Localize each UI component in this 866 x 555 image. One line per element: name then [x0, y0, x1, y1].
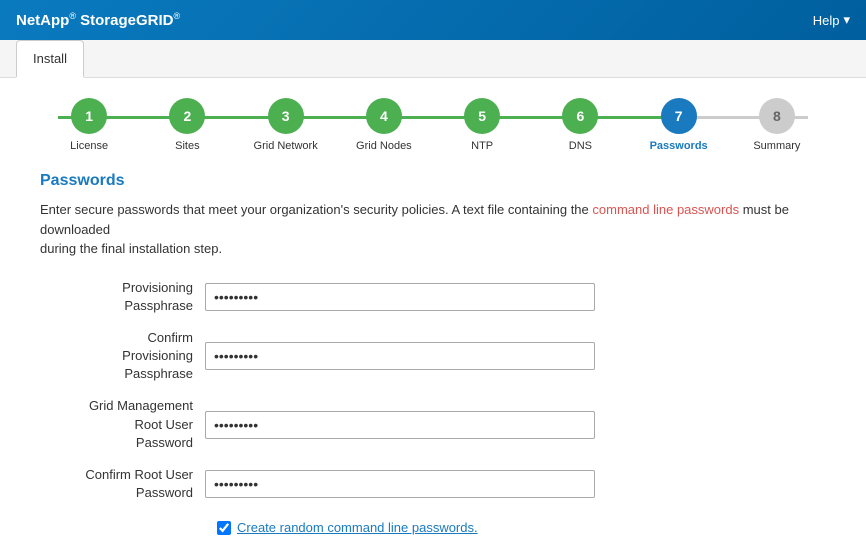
confirm-root-label: Confirm Root UserPassword — [40, 466, 205, 516]
step-circle-6: 6 — [562, 98, 598, 134]
step-circle-7: 7 — [661, 98, 697, 134]
provisioning-passphrase-cell — [205, 279, 740, 329]
wizard-steps-container: 1 License 2 Sites 3 Grid Network 4 Grid … — [0, 78, 866, 162]
logo-text: NetApp — [16, 12, 69, 29]
confirm-provisioning-row: ConfirmProvisioningPassphrase — [40, 329, 740, 398]
help-button[interactable]: Help ▾ — [813, 12, 850, 28]
step-4[interactable]: 4 Grid Nodes — [335, 98, 433, 152]
grid-management-row: Grid ManagementRoot UserPassword — [40, 397, 740, 466]
command-line-passwords-link[interactable]: command line passwords — [592, 202, 739, 217]
step-circle-3: 3 — [268, 98, 304, 134]
step-3[interactable]: 3 Grid Network — [237, 98, 335, 152]
chevron-down-icon: ▾ — [843, 12, 850, 28]
step-circle-2: 2 — [169, 98, 205, 134]
page-title: Passwords — [40, 172, 826, 190]
random-passwords-row: Create random command line passwords. — [40, 520, 826, 535]
description-text-1: Enter secure passwords that meet your or… — [40, 202, 589, 217]
step-label-3: Grid Network — [254, 140, 318, 152]
provisioning-passphrase-label: ProvisioningPassphrase — [40, 279, 205, 329]
header: NetApp® StorageGRID® Help ▾ — [0, 0, 866, 40]
provisioning-passphrase-row: ProvisioningPassphrase — [40, 279, 740, 329]
step-label-2: Sites — [175, 140, 199, 152]
step-circle-4: 4 — [366, 98, 402, 134]
app-logo: NetApp® StorageGRID® — [16, 11, 180, 29]
step-circle-8: 8 — [759, 98, 795, 134]
confirm-root-row: Confirm Root UserPassword — [40, 466, 740, 516]
random-passwords-checkbox[interactable] — [217, 521, 231, 535]
step-7[interactable]: 7 Passwords — [630, 98, 728, 152]
confirm-root-input[interactable] — [205, 470, 595, 498]
page-content: Passwords Enter secure passwords that me… — [0, 162, 866, 555]
grid-management-input[interactable] — [205, 411, 595, 439]
step-circle-5: 5 — [464, 98, 500, 134]
step-8[interactable]: 8 Summary — [728, 98, 826, 152]
step-label-5: NTP — [471, 140, 493, 152]
step-2[interactable]: 2 Sites — [138, 98, 236, 152]
grid-management-label: Grid ManagementRoot UserPassword — [40, 397, 205, 466]
confirm-provisioning-input[interactable] — [205, 342, 595, 370]
product-name: StorageGRID — [80, 12, 173, 29]
step-5[interactable]: 5 NTP — [433, 98, 531, 152]
step-circle-1: 1 — [71, 98, 107, 134]
page-description: Enter secure passwords that meet your or… — [40, 200, 820, 259]
wizard-steps: 1 License 2 Sites 3 Grid Network 4 Grid … — [40, 98, 826, 152]
step-label-6: DNS — [569, 140, 592, 152]
tab-bar: Install — [0, 40, 866, 78]
step-1[interactable]: 1 License — [40, 98, 138, 152]
confirm-root-cell — [205, 466, 740, 516]
provisioning-passphrase-input[interactable] — [205, 283, 595, 311]
step-label-7: Passwords — [650, 140, 708, 152]
confirm-provisioning-label: ConfirmProvisioningPassphrase — [40, 329, 205, 398]
grid-management-cell — [205, 397, 740, 466]
help-label: Help — [813, 13, 840, 28]
step-6[interactable]: 6 DNS — [531, 98, 629, 152]
step-label-4: Grid Nodes — [356, 140, 412, 152]
step-label-8: Summary — [753, 140, 800, 152]
random-passwords-label[interactable]: Create random command line passwords. — [237, 520, 478, 535]
confirm-provisioning-cell — [205, 329, 740, 398]
tab-install[interactable]: Install — [16, 40, 84, 78]
step-label-1: License — [70, 140, 108, 152]
description-text-4: during the final installation step. — [40, 241, 222, 256]
passwords-form: ProvisioningPassphrase ConfirmProvisioni… — [40, 279, 740, 517]
